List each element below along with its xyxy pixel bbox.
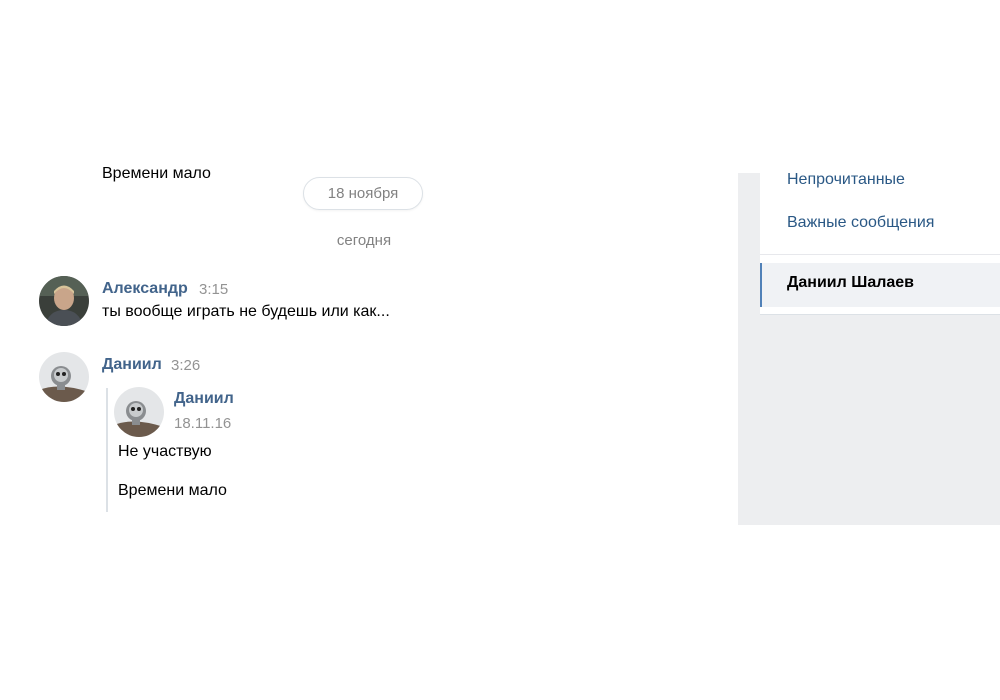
forwarded-date[interactable]: 18.11.16 — [174, 415, 231, 432]
chat-history: Времени мало 18 ноября сегодня Александр… — [0, 0, 738, 700]
avatar-daniil[interactable] — [39, 352, 89, 402]
right-sidebar: Непрочитанные Важные сообщения Даниил Ша… — [738, 171, 1000, 525]
forwarded-avatar-daniil[interactable] — [114, 387, 164, 437]
user-photo-icon — [39, 276, 89, 326]
forwarded-text-line: Времени мало — [118, 482, 227, 499]
menu-important[interactable]: Важные сообщения — [787, 214, 934, 232]
conversation-filter-menu: Непрочитанные Важные сообщения Даниил Ша… — [760, 171, 1000, 314]
message-author[interactable]: Александр — [102, 280, 188, 298]
previous-message-text: Времени мало — [102, 165, 211, 182]
menu-divider — [760, 254, 1000, 255]
forwarded-author[interactable]: Даниил — [174, 390, 234, 408]
message-time[interactable]: 3:26 — [171, 357, 200, 374]
message-text: ты вообще играть не будешь или как... — [102, 303, 390, 320]
date-separator-pill[interactable]: 18 ноября — [303, 177, 423, 210]
user-photo-mascot-icon — [39, 352, 89, 402]
selected-conversation-label: Даниил Шалаев — [787, 274, 915, 291]
today-separator: сегодня — [336, 232, 392, 249]
forwarded-text-line: Не участвую — [118, 443, 212, 460]
message-author[interactable]: Даниил — [102, 356, 162, 374]
message-time[interactable]: 3:15 — [199, 281, 228, 298]
selection-marker — [760, 263, 762, 307]
user-photo-mascot-icon — [114, 387, 164, 437]
forwarded-message-bar — [106, 388, 108, 512]
menu-unread[interactable]: Непрочитанные — [787, 171, 905, 195]
selected-conversation-item[interactable]: Даниил Шалаев — [760, 263, 1000, 307]
avatar-alexander[interactable] — [39, 276, 89, 326]
messenger-page: Времени мало 18 ноября сегодня Александр… — [0, 0, 1000, 700]
